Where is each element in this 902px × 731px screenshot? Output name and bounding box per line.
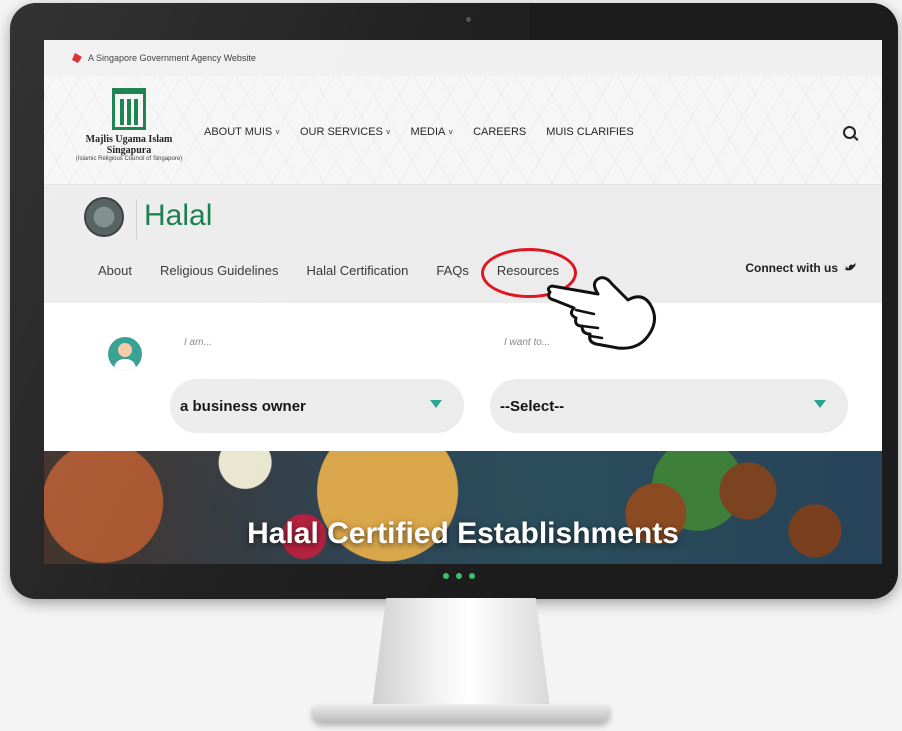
carousel-dot[interactable] — [469, 573, 475, 579]
caret-down-icon — [430, 400, 442, 408]
muis-nav: ABOUT MUIS ˅ OUR SERVICES ˅ MEDIA ˅ CAREERS… — [204, 126, 634, 138]
i-want-select[interactable]: --Select-- — [490, 379, 848, 433]
halal-nav: About Religious Guidelines Halal Certifi… — [98, 248, 577, 298]
chevron-down-icon: ˅ — [385, 128, 391, 137]
nav-careers[interactable]: CAREERS — [473, 126, 526, 138]
chevron-down-icon: ˅ — [275, 128, 280, 137]
gov-banner-text: A Singapore Government Agency Website — [88, 53, 256, 63]
caret-down-icon — [814, 400, 826, 408]
hero-title: Halal Certified Establishments — [247, 517, 679, 550]
i-am-value: a business owner — [180, 397, 306, 415]
tab-about[interactable]: About — [98, 263, 132, 278]
halal-section: Halal About Religious Guidelines Halal C… — [44, 185, 882, 303]
nav-muis-clarifies[interactable]: MUIS CLARIFIES — [546, 126, 633, 138]
i-am-label: I am... — [184, 337, 212, 348]
muis-logo-name: Majlis Ugama Islam Singapura — [85, 134, 173, 156]
nav-about-muis-label: ABOUT MUIS — [204, 126, 273, 138]
nav-about-muis[interactable]: ABOUT MUIS ˅ — [204, 126, 280, 138]
camera-icon — [466, 17, 471, 22]
muis-logo-icon — [112, 88, 146, 130]
carousel-dot[interactable] — [443, 573, 449, 579]
browser-screen: A Singapore Government Agency Website Ma… — [44, 40, 882, 564]
nav-media-label: MEDIA — [410, 126, 446, 138]
tab-religious-guidelines[interactable]: Religious Guidelines — [160, 263, 279, 278]
twitter-icon[interactable] — [844, 263, 856, 271]
hero-banner[interactable]: Halal Certified Establishments — [44, 451, 882, 564]
page-title: Halal — [144, 199, 213, 232]
selector-area: I am... I want to... a business owner --… — [44, 303, 882, 451]
divider — [136, 199, 137, 239]
nav-our-services-label: OUR SERVICES — [299, 126, 383, 138]
lion-head-icon — [72, 53, 82, 63]
pointing-hand-icon — [546, 276, 656, 350]
i-am-select[interactable]: a business owner — [170, 379, 464, 433]
muis-logo[interactable]: Majlis Ugama Islam Singapura (Islamic Re… — [64, 88, 194, 162]
connect-with-us[interactable]: Connect with us — [745, 261, 856, 275]
monitor-frame: A Singapore Government Agency Website Ma… — [10, 3, 898, 599]
tab-halal-certification[interactable]: Halal Certification — [307, 263, 409, 278]
carousel-dot[interactable] — [456, 573, 462, 579]
monitor-base — [312, 704, 610, 722]
i-want-value: --Select-- — [500, 397, 565, 415]
connect-label: Connect with us — [745, 261, 838, 275]
gov-banner: A Singapore Government Agency Website — [44, 40, 882, 76]
carousel-dots[interactable] — [443, 573, 475, 579]
nav-media[interactable]: MEDIA ˅ — [411, 126, 454, 138]
monitor-stand — [372, 598, 550, 708]
muis-header: Majlis Ugama Islam Singapura (Islamic Re… — [44, 76, 882, 185]
tab-faqs[interactable]: FAQs — [436, 263, 469, 278]
halal-logo-icon[interactable] — [84, 197, 124, 237]
nav-our-services[interactable]: OUR SERVICES ˅ — [300, 126, 391, 138]
chevron-down-icon: ˅ — [448, 128, 454, 137]
search-icon[interactable] — [843, 126, 856, 139]
avatar — [108, 337, 142, 371]
muis-logo-sub: (Islamic Religious Council of Singapore) — [75, 156, 183, 162]
